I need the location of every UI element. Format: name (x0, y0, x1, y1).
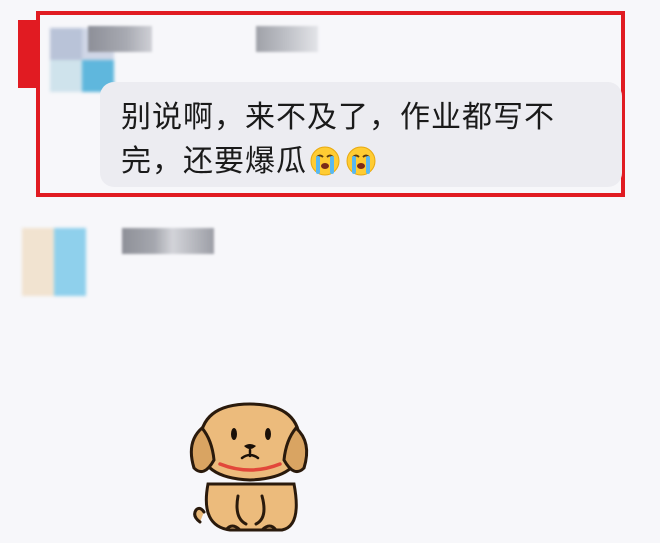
loudly-crying-face-icon (310, 146, 340, 176)
puppy-sticker-icon[interactable] (186, 398, 316, 533)
avatar-second-commenter[interactable] (22, 228, 86, 296)
highlight-marker (18, 20, 36, 88)
username-second-commenter[interactable] (122, 228, 214, 254)
loudly-crying-face-icon (346, 146, 376, 176)
emoji-group (309, 145, 381, 190)
comment-text: 别说啊，来不及了，作业都写不完，还要爆瓜 (121, 96, 601, 190)
